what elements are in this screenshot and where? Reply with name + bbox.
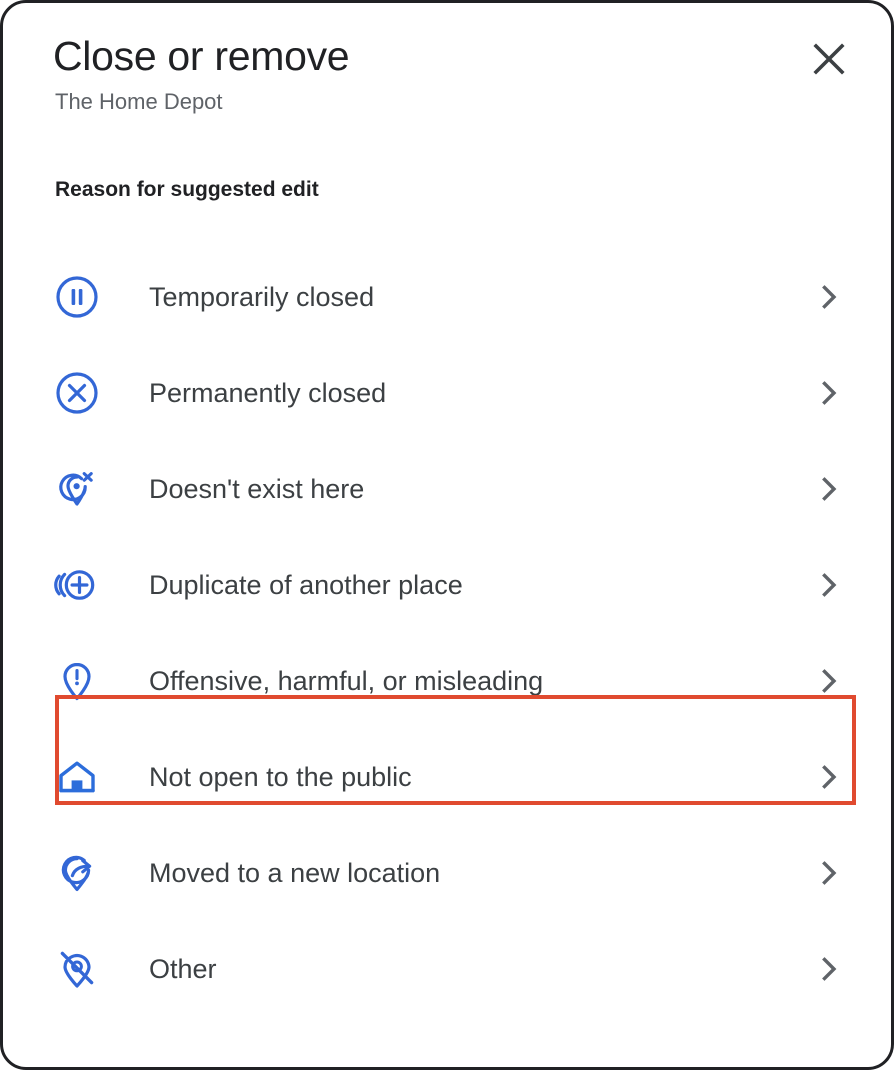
- reason-list: Temporarily closed Permanently closed Do…: [3, 249, 891, 1017]
- page-title: Close or remove: [53, 33, 350, 79]
- x-circle-icon: [53, 369, 101, 417]
- dialog-header: Close or remove The Home Depot: [3, 3, 891, 117]
- close-or-remove-dialog: Close or remove The Home Depot Reason fo…: [0, 0, 894, 1070]
- section-heading: Reason for suggested edit: [55, 178, 319, 201]
- chevron-right-icon[interactable]: [813, 377, 845, 409]
- chevron-right-icon[interactable]: [813, 281, 845, 313]
- reason-label: Temporarily closed: [149, 282, 375, 312]
- pin-exclamation-icon: [53, 657, 101, 705]
- reason-label: Not open to the public: [149, 762, 412, 792]
- close-button[interactable]: [803, 33, 855, 85]
- reason-label: Duplicate of another place: [149, 570, 463, 600]
- reason-row-offensive-harmful-or-misleading[interactable]: Offensive, harmful, or misleading: [3, 633, 891, 729]
- reason-row-doesnt-exist-here[interactable]: Doesn't exist here: [3, 441, 891, 537]
- reason-label: Doesn't exist here: [149, 474, 365, 504]
- chevron-right-icon[interactable]: [813, 761, 845, 793]
- reason-label: Permanently closed: [149, 378, 387, 408]
- pin-slash-icon: [53, 945, 101, 993]
- duplicate-plus-icon: [53, 561, 101, 609]
- chevron-right-icon[interactable]: [813, 857, 845, 889]
- home-icon: [53, 753, 101, 801]
- pause-circle-icon: [53, 273, 101, 321]
- chevron-right-icon[interactable]: [813, 665, 845, 697]
- reason-row-duplicate-of-another-place[interactable]: Duplicate of another place: [3, 537, 891, 633]
- reason-label: Offensive, harmful, or misleading: [149, 666, 544, 696]
- chevron-right-icon[interactable]: [813, 473, 845, 505]
- pin-arrow-icon: [53, 849, 101, 897]
- reason-label: Other: [149, 954, 217, 984]
- chevron-right-icon[interactable]: [813, 569, 845, 601]
- reason-row-temporarily-closed[interactable]: Temporarily closed: [3, 249, 891, 345]
- reason-row-permanently-closed[interactable]: Permanently closed: [3, 345, 891, 441]
- reason-row-moved-to-a-new-location[interactable]: Moved to a new location: [3, 825, 891, 921]
- close-icon: [813, 43, 845, 75]
- reason-row-not-open-to-the-public[interactable]: Not open to the public: [3, 729, 891, 825]
- place-name-subtitle: The Home Depot: [55, 89, 223, 114]
- reason-label: Moved to a new location: [149, 858, 441, 888]
- pin-x-icon: [53, 465, 101, 513]
- reason-row-other[interactable]: Other: [3, 921, 891, 1017]
- chevron-right-icon[interactable]: [813, 953, 845, 985]
